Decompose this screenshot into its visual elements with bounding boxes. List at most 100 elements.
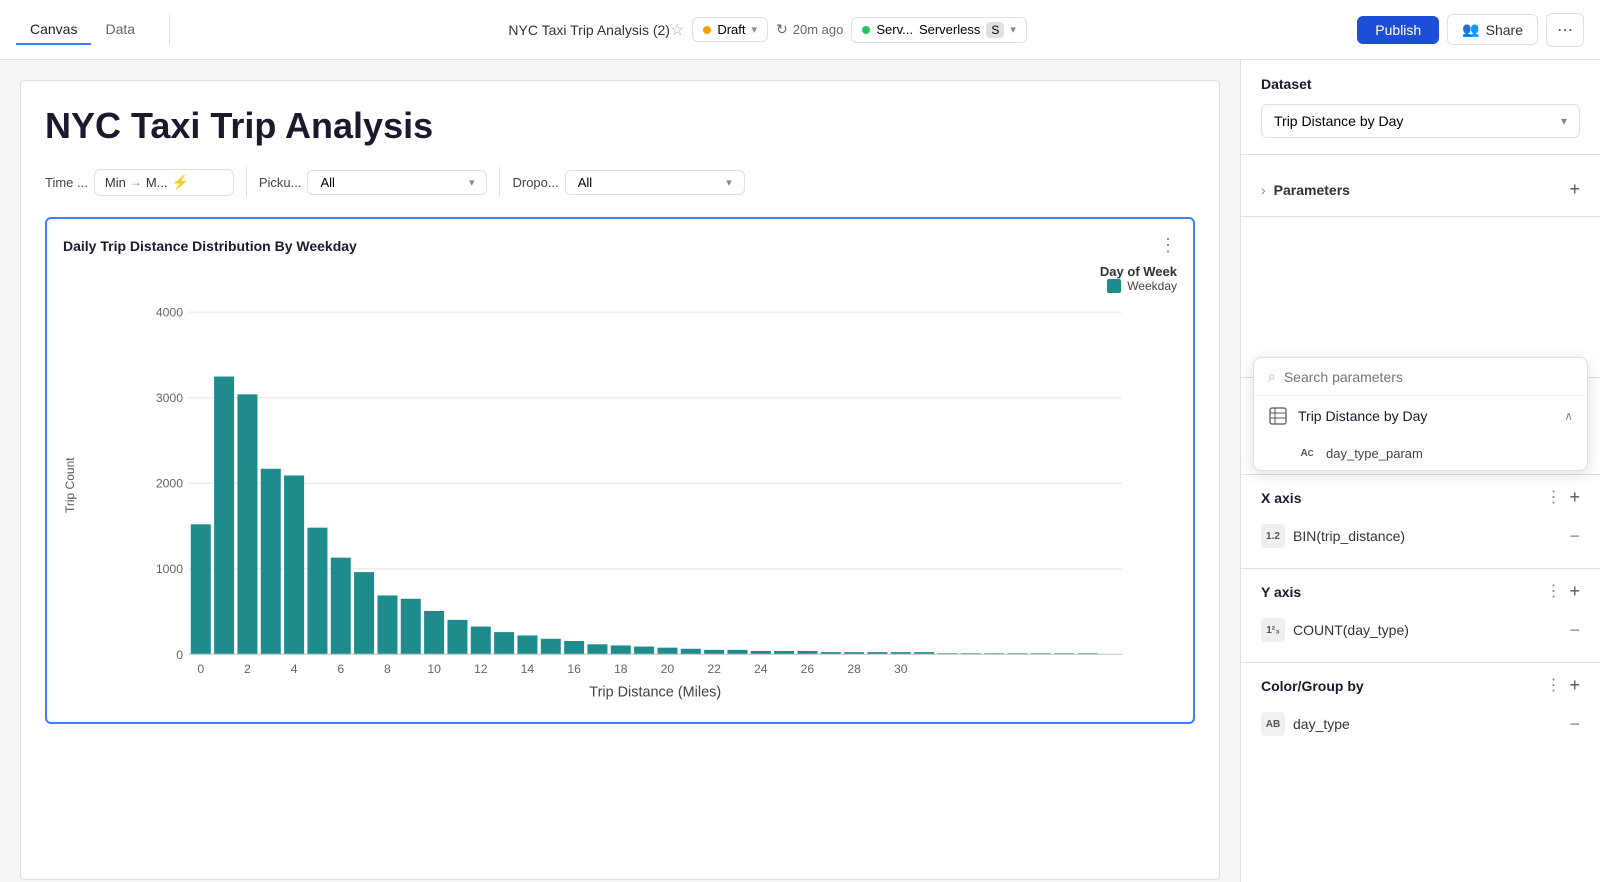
params-sub-label: day_type_param <box>1326 446 1423 461</box>
color-group-type-text: AB <box>1266 719 1280 730</box>
legend-weekday-item: Weekday <box>89 279 1177 293</box>
doc-title: NYC Taxi Trip Analysis (2) <box>508 22 670 38</box>
y-axis-item: 1²₃ COUNT(day_type) − <box>1261 610 1580 650</box>
dataset-select[interactable]: Trip Distance by Day ▾ <box>1261 104 1580 138</box>
parameters-add-button[interactable]: + <box>1569 179 1580 200</box>
more-options-button[interactable]: ⋯ <box>1546 13 1584 47</box>
svg-text:0: 0 <box>176 648 183 662</box>
server-s-label: S <box>986 22 1004 38</box>
x-axis-header: X axis ⋮ + <box>1261 487 1580 508</box>
dropoff-filter-label: Dropo... <box>512 175 558 190</box>
draft-label: Draft <box>717 22 745 37</box>
params-search-input[interactable] <box>1284 369 1573 385</box>
svg-text:10: 10 <box>427 662 441 676</box>
chart-legend: Day of Week Weekday <box>89 264 1177 293</box>
legend-weekday-label: Weekday <box>1127 279 1177 293</box>
color-group-remove-button[interactable]: − <box>1569 714 1580 735</box>
server-badge[interactable]: Serv... Serverless S ▾ <box>851 17 1027 43</box>
range-arrow-icon: → <box>130 175 142 189</box>
y-axis-header: Y axis ⋮ + <box>1261 581 1580 602</box>
dropoff-chevron-icon: ▾ <box>726 176 732 189</box>
x-axis-remove-button[interactable]: − <box>1569 526 1580 547</box>
dropoff-filter-item: Dropo... All ▾ <box>512 170 744 195</box>
svg-text:4000: 4000 <box>156 306 183 320</box>
params-chevron-up-icon: ∧ <box>1564 409 1573 423</box>
canvas-area: NYC Taxi Trip Analysis Time ... Min → M.… <box>0 60 1240 882</box>
color-group-add-button[interactable]: + <box>1569 675 1580 696</box>
share-button[interactable]: 👥 Share <box>1447 14 1538 45</box>
parameters-chevron-icon[interactable]: › <box>1261 182 1266 198</box>
time-filter-item: Time ... Min → M... ⚡ <box>45 169 234 196</box>
color-group-section: Color/Group by ⋮ + AB day_type − <box>1241 662 1600 756</box>
pickup-select[interactable]: All ▾ <box>307 170 487 195</box>
last-saved-time: ↻ 20m ago <box>776 21 843 38</box>
svg-text:6: 6 <box>337 662 344 676</box>
y-axis-more-icon[interactable]: ⋮ <box>1545 581 1561 602</box>
range-max-label: M... <box>146 175 168 190</box>
draft-badge[interactable]: Draft ▾ <box>692 17 768 42</box>
svg-text:2: 2 <box>244 662 251 676</box>
color-group-item: AB day_type − <box>1261 704 1580 744</box>
pickup-chevron-icon: ▾ <box>469 176 475 189</box>
chart-menu-icon[interactable]: ⋮ <box>1159 235 1177 256</box>
pickup-filter-item: Picku... All ▾ <box>259 170 488 195</box>
dropoff-select[interactable]: All ▾ <box>565 170 745 195</box>
pickup-value: All <box>320 175 334 190</box>
parameters-row: › Parameters + <box>1261 171 1580 208</box>
report-title: NYC Taxi Trip Analysis <box>45 105 1195 147</box>
x-axis-actions: ⋮ + <box>1545 487 1580 508</box>
abc-icon: AC <box>1298 444 1316 462</box>
params-dataset-item[interactable]: Trip Distance by Day ∧ <box>1254 396 1587 436</box>
right-panel: Dataset Trip Distance by Day ▾ › Paramet… <box>1240 60 1600 882</box>
chart-svg: 4000 3000 2000 1000 0 <box>89 301 1177 701</box>
parameters-label: Parameters <box>1274 182 1350 198</box>
header-center: NYC Taxi Trip Analysis (2) ☆ Draft ▾ ↻ 2… <box>190 17 1345 43</box>
parameters-row-left: › Parameters <box>1261 182 1350 198</box>
y-axis-type-text: 1²₃ <box>1266 625 1280 636</box>
color-group-type-badge: AB <box>1261 712 1285 736</box>
x-axis-more-icon[interactable]: ⋮ <box>1545 487 1561 508</box>
dataset-chevron-icon: ▾ <box>1561 114 1567 128</box>
draft-chevron-icon: ▾ <box>751 23 757 36</box>
chart-container: Daily Trip Distance Distribution By Week… <box>45 217 1195 724</box>
search-icon: ⌕ <box>1268 368 1276 385</box>
color-group-title: Color/Group by <box>1261 678 1364 694</box>
tab-canvas[interactable]: Canvas <box>16 15 91 45</box>
main-layout: NYC Taxi Trip Analysis Time ... Min → M.… <box>0 60 1600 882</box>
svg-text:16: 16 <box>567 662 581 676</box>
x-axis-type-badge: 1.2 <box>1261 524 1285 548</box>
svg-text:2000: 2000 <box>156 477 183 491</box>
params-sub-item[interactable]: AC day_type_param <box>1254 436 1587 470</box>
table-icon <box>1268 406 1288 426</box>
color-group-more-icon[interactable]: ⋮ <box>1545 675 1561 696</box>
parameters-section: › Parameters + ⌕ <box>1241 155 1600 217</box>
dataset-section: Dataset Trip Distance by Day ▾ <box>1241 60 1600 155</box>
filter-separator-2 <box>499 167 500 197</box>
y-axis-type-badge: 1²₃ <box>1261 618 1285 642</box>
y-axis-remove-button[interactable]: − <box>1569 620 1580 641</box>
draft-dot <box>703 26 711 34</box>
chart-header: Daily Trip Distance Distribution By Week… <box>63 235 1177 256</box>
chart-title: Daily Trip Distance Distribution By Week… <box>63 238 357 254</box>
x-axis-section: X axis ⋮ + 1.2 BIN(trip_distance) − <box>1241 474 1600 568</box>
svg-text:18: 18 <box>614 662 628 676</box>
svg-text:4: 4 <box>291 662 298 676</box>
server-status-dot <box>862 26 870 34</box>
star-icon[interactable]: ☆ <box>670 20 684 40</box>
y-axis-label: Trip Count <box>63 264 77 706</box>
dataset-value: Trip Distance by Day <box>1274 113 1403 129</box>
svg-text:3000: 3000 <box>156 391 183 405</box>
tab-data[interactable]: Data <box>91 15 149 45</box>
x-axis-add-button[interactable]: + <box>1569 487 1580 508</box>
color-group-field: day_type <box>1293 716 1350 732</box>
svg-text:24: 24 <box>754 662 768 676</box>
header: Canvas Data NYC Taxi Trip Analysis (2) ☆… <box>0 0 1600 60</box>
y-axis-add-button[interactable]: + <box>1569 581 1580 602</box>
svg-text:Trip Distance (Miles): Trip Distance (Miles) <box>589 685 721 701</box>
share-icon: 👥 <box>1462 21 1479 38</box>
chart-svg-area: Day of Week Weekday <box>89 264 1177 706</box>
time-range-filter[interactable]: Min → M... ⚡ <box>94 169 234 196</box>
header-actions: Publish 👥 Share ⋯ <box>1357 13 1584 47</box>
legend-title: Day of Week <box>89 264 1177 279</box>
publish-button[interactable]: Publish <box>1357 16 1439 44</box>
